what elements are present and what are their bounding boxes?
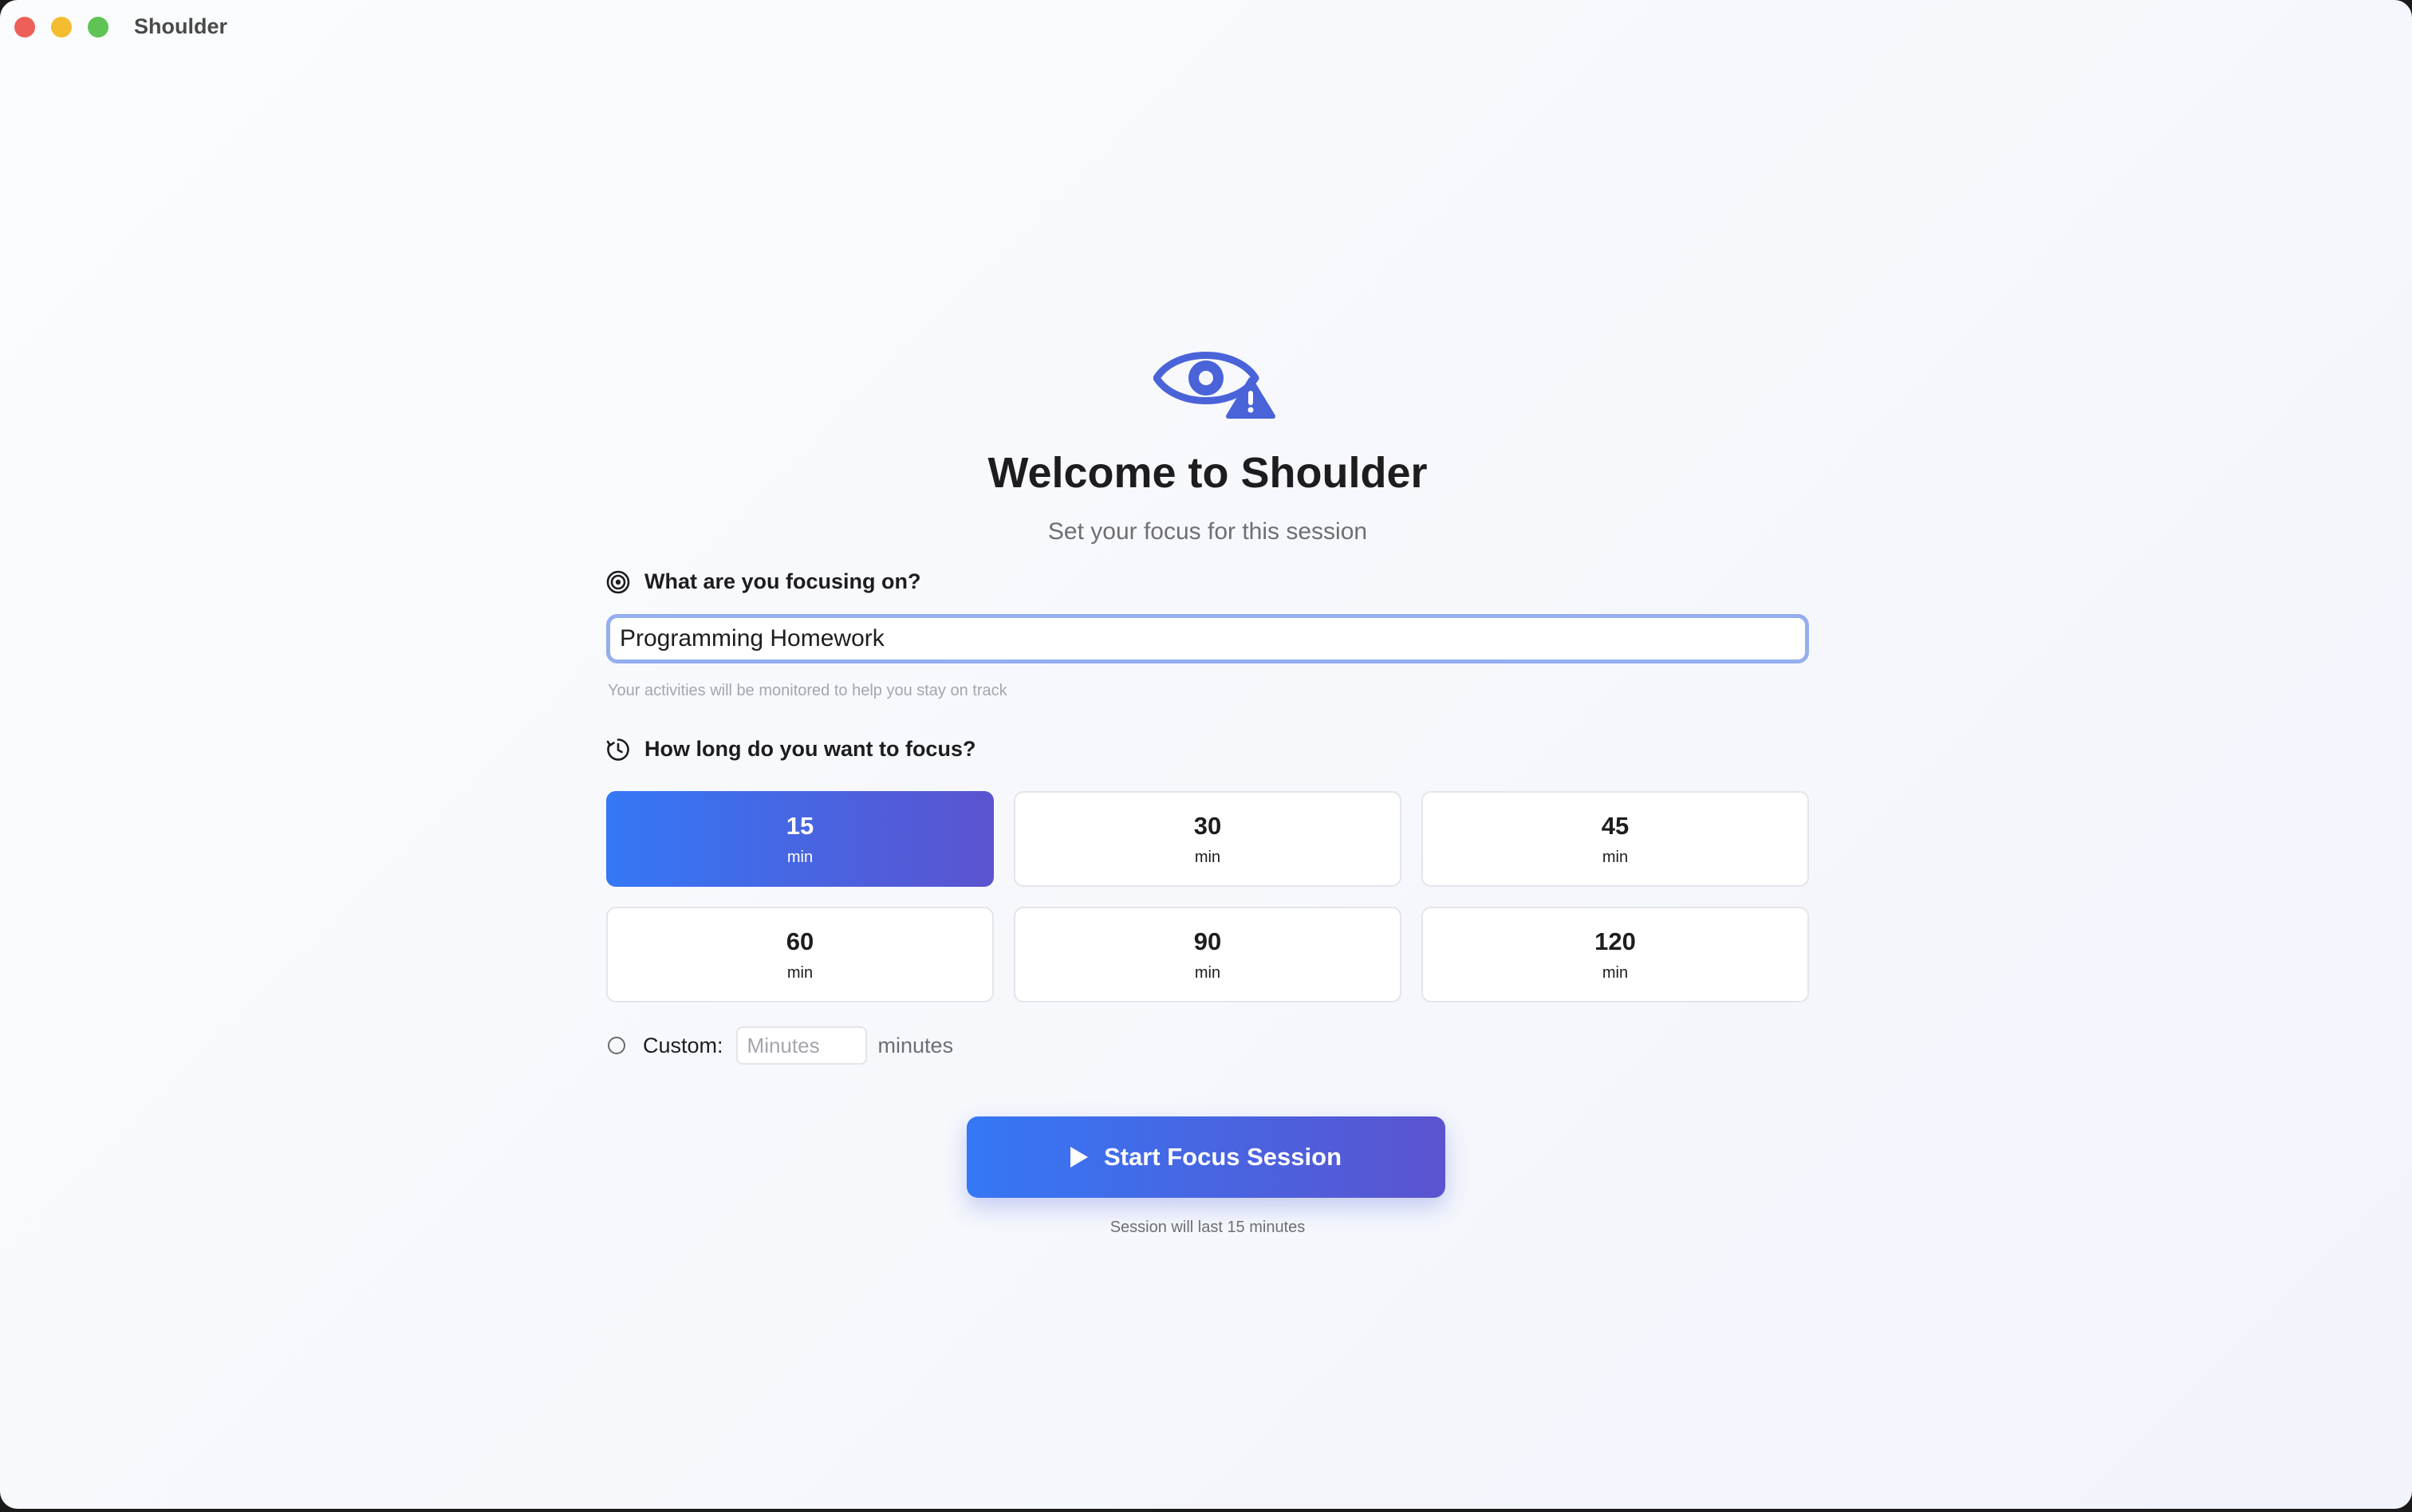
duration-value: 30 — [1193, 811, 1222, 840]
play-icon — [1070, 1147, 1088, 1167]
duration-option-120[interactable]: 120 min — [1421, 907, 1809, 1002]
start-focus-session-button[interactable]: Start Focus Session — [967, 1116, 1445, 1198]
duration-option-15[interactable]: 15 min — [606, 791, 994, 887]
duration-unit: min — [786, 848, 814, 866]
duration-unit: min — [786, 963, 814, 982]
page-title: Welcome to Shoulder — [987, 449, 1428, 497]
focus-label: What are you focusing on? — [606, 569, 921, 594]
close-window-button[interactable] — [14, 17, 35, 37]
start-button-label: Start Focus Session — [1103, 1143, 1342, 1171]
focus-hint: Your activities will be monitored to hel… — [608, 682, 1007, 699]
duration-value: 120 — [1594, 927, 1636, 955]
duration-options: 15 min 30 min 45 min 60 min 90 min 120 m… — [606, 791, 1809, 1002]
timer-icon — [606, 738, 629, 761]
title-bar: Shoulder — [0, 0, 2412, 54]
eye-warning-icon — [1153, 352, 1275, 419]
custom-duration-row: Custom: minutes — [606, 1026, 953, 1065]
duration-value: 45 — [1601, 811, 1630, 840]
duration-option-90[interactable]: 90 min — [1014, 907, 1401, 1002]
target-icon — [606, 570, 630, 593]
custom-minutes-input[interactable] — [735, 1026, 867, 1065]
duration-option-30[interactable]: 30 min — [1014, 791, 1401, 887]
duration-unit: min — [1602, 963, 1629, 982]
maximize-window-button[interactable] — [88, 17, 108, 37]
duration-option-60[interactable]: 60 min — [606, 907, 994, 1002]
custom-unit-label: minutes — [877, 1033, 954, 1057]
custom-radio[interactable] — [608, 1037, 625, 1054]
app-title: Shoulder — [134, 14, 228, 38]
duration-label: How long do you want to focus? — [606, 737, 975, 762]
custom-label: Custom: — [643, 1033, 723, 1057]
duration-unit: min — [1194, 848, 1221, 866]
app-window: Shoulder Welcome to Shoulder Set your fo… — [0, 0, 2412, 1509]
duration-value: 15 — [786, 811, 814, 840]
minimize-window-button[interactable] — [51, 17, 72, 37]
focus-input[interactable] — [606, 614, 1809, 663]
duration-unit: min — [1194, 963, 1221, 982]
session-duration-note: Session will last 15 minutes — [1109, 1219, 1306, 1236]
duration-unit: min — [1602, 848, 1629, 866]
duration-value: 90 — [1193, 927, 1222, 955]
duration-value: 60 — [786, 927, 814, 955]
focus-label-text: What are you focusing on? — [644, 569, 921, 593]
duration-option-45[interactable]: 45 min — [1421, 791, 1809, 887]
page-subtitle: Set your focus for this session — [1047, 518, 1368, 545]
duration-label-text: How long do you want to focus? — [644, 737, 976, 761]
